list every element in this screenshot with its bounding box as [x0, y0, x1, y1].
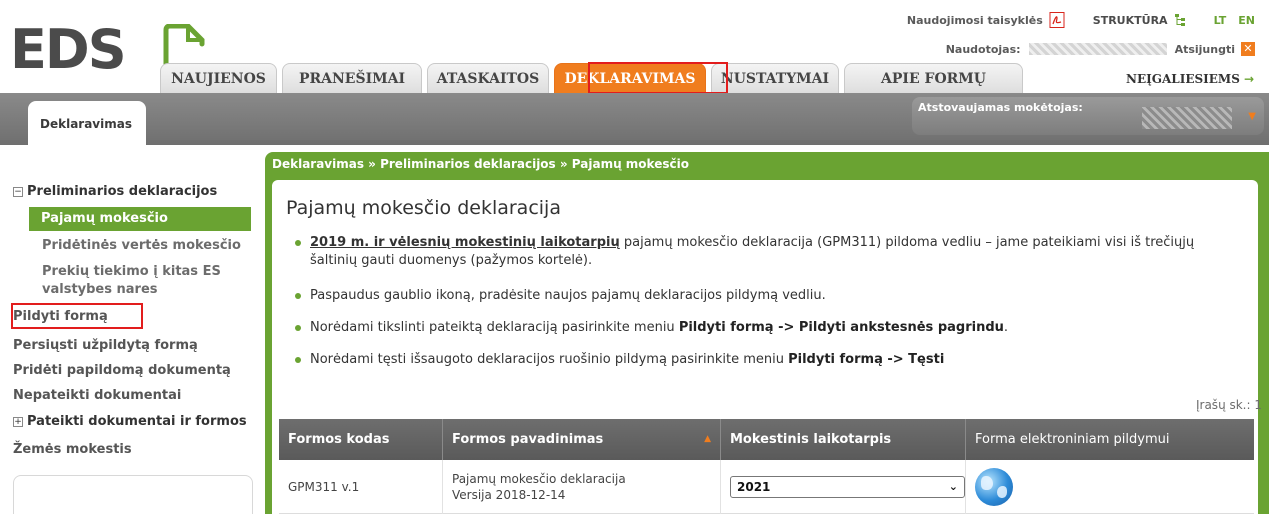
nav-highlight-box [11, 303, 143, 329]
cell-name: Pajamų mokesčio deklaracija Versija 2018… [442, 460, 720, 514]
tab-highlight-box [588, 62, 728, 94]
cell-period: 2021 ⌄ [720, 460, 965, 514]
bullet-bold: Pildyti formą -> Tęsti [788, 352, 945, 367]
structure-link[interactable]: STRUKTŪRA [1093, 14, 1168, 27]
chevron-down-icon[interactable]: ▼ [1248, 111, 1256, 122]
breadcrumb[interactable]: Deklaravimas » Preliminarios deklaracijo… [272, 157, 689, 171]
info-bullet-4: Norėdami tęsti išsaugoto deklaracijos ru… [295, 351, 1245, 369]
bullet-dot [295, 357, 301, 363]
cell-code: GPM311 v.1 [288, 480, 360, 494]
structure-icon [1174, 14, 1185, 26]
accessibility-label: NEĮGALIESIEMS [1126, 72, 1240, 86]
page-title: Pajamų mokesčio deklaracija [286, 197, 561, 219]
bullet-dot [295, 293, 301, 299]
record-count: Įrašų sk.: 1 [1195, 398, 1262, 412]
payer-name-redacted [1142, 107, 1232, 129]
column-header-name-label: Formos pavadinimas [452, 432, 604, 447]
bullet-text: Paspaudus gaublio ikoną, pradėsite naujo… [310, 288, 826, 303]
column-header-period[interactable]: Mokestinis laikotarpis [720, 419, 965, 460]
bullet-text: Norėdami tęsti išsaugoto deklaracijos ru… [310, 352, 789, 367]
user-name-redacted [1028, 43, 1167, 55]
sidebar-group-preliminarios[interactable]: − Preliminarios deklaracijos [13, 184, 217, 199]
subtab-deklaravimas[interactable]: Deklaravimas [28, 101, 146, 145]
pdf-icon[interactable] [1049, 12, 1065, 28]
arrow-right-icon: → [1244, 72, 1255, 86]
sidebar-item-prideti[interactable]: Pridėti papildomą dokumentą [13, 362, 231, 380]
sidebar-group-label: Pateikti dokumentai ir formos [27, 414, 247, 429]
cell-electronic [965, 460, 1254, 514]
top-links: Naudojimosi taisyklės STRUKTŪRA LT EN [907, 12, 1255, 28]
rules-link[interactable]: Naudojimosi taisyklės [907, 14, 1043, 27]
globe-icon[interactable] [975, 468, 1013, 506]
periods-link[interactable]: 2019 m. ir vėlesnių mokestinių laikotarp… [310, 235, 620, 250]
sidebar-item-persiusti[interactable]: Persiųsti užpildytą formą [13, 337, 198, 355]
bullet-dot [295, 325, 301, 331]
logout-link[interactable]: Atsijungti [1175, 43, 1235, 56]
expand-icon[interactable]: + [13, 416, 23, 427]
tab-apie-formu-teikima[interactable]: APIE FORMŲ TEIKIMĄ [844, 63, 1023, 117]
sidebar-bottom-panel [13, 475, 253, 514]
bullet-dot [295, 240, 301, 246]
tab-nustatymai[interactable]: NUSTATYMAI [711, 63, 839, 93]
payer-label: Atstovaujamas mokėtojas: [918, 101, 1083, 114]
bullet-end: . [1003, 320, 1009, 335]
sidebar-item-pvm[interactable]: Pridėtinės vertės mokesčio [42, 237, 241, 255]
tab-pranesimai[interactable]: PRANEŠIMAI [282, 63, 422, 93]
tab-naujienos[interactable]: NAUJIENOS [160, 63, 277, 93]
sidebar-item-pajamu-mokescio[interactable]: Pajamų mokesčio [29, 207, 251, 231]
column-header-name[interactable]: Formos pavadinimas ▲ [442, 419, 720, 460]
info-bullet-2: Paspaudus gaublio ikoną, pradėsite naujo… [295, 287, 1245, 305]
lang-en-link[interactable]: EN [1238, 14, 1255, 27]
info-bullet-1: 2019 m. ir vėlesnių mokestinių laikotarp… [295, 234, 1245, 270]
form-version: Versija 2018-12-14 [452, 488, 566, 502]
user-label: Naudotojas: [945, 42, 1021, 56]
tab-ataskaitos[interactable]: ATASKAITOS [427, 63, 549, 93]
sidebar-item-zemes-mokestis[interactable]: Žemės mokestis [13, 441, 132, 459]
table-row: GPM311 v.1 Pajamų mokesčio deklaracija V… [279, 460, 1254, 514]
sidebar-item-nepateikti[interactable]: Nepateikti dokumentai [13, 387, 181, 405]
logo-text: EDS [10, 18, 127, 81]
sidebar-group-pateikti[interactable]: + Pateikti dokumentai ir formos [13, 414, 247, 429]
user-line: Naudotojas: Atsijungti ✕ [946, 42, 1255, 56]
bullet-bold: Pildyti formą -> Pildyti ankstesnės pagr… [678, 320, 1004, 335]
period-select-value: 2021 [737, 480, 771, 494]
logout-icon[interactable]: ✕ [1241, 42, 1255, 56]
accessibility-link[interactable]: NEĮGALIESIEMS → [1121, 63, 1261, 93]
chevron-down-icon: ⌄ [948, 480, 958, 493]
period-select[interactable]: 2021 ⌄ [730, 476, 965, 498]
info-bullet-3: Norėdami tikslinti pateiktą deklaraciją … [295, 319, 1245, 337]
sidebar-group-label: Preliminarios deklaracijos [27, 184, 218, 199]
collapse-icon[interactable]: − [13, 186, 23, 197]
bullet-text: Norėdami tikslinti pateiktą deklaraciją … [310, 320, 679, 335]
table-header: Formos kodas Formos pavadinimas ▲ Mokest… [279, 419, 1254, 460]
column-header-code[interactable]: Formos kodas [279, 419, 442, 460]
sidebar-item-prekiu-tiekimo[interactable]: Prekių tiekimo į kitas ES valstybes nare… [42, 263, 232, 299]
payer-selector[interactable]: Atstovaujamas mokėtojas: ▼ [912, 97, 1264, 135]
column-header-electronic: Forma elektroniniam pildymui [965, 419, 1254, 460]
sort-asc-icon[interactable]: ▲ [704, 419, 711, 460]
form-name: Pajamų mokesčio deklaracija [452, 472, 626, 486]
lang-lt-link[interactable]: LT [1214, 14, 1227, 27]
page: EDS Naudojimosi taisyklės STRUKTŪRA LT E… [0, 0, 1269, 514]
